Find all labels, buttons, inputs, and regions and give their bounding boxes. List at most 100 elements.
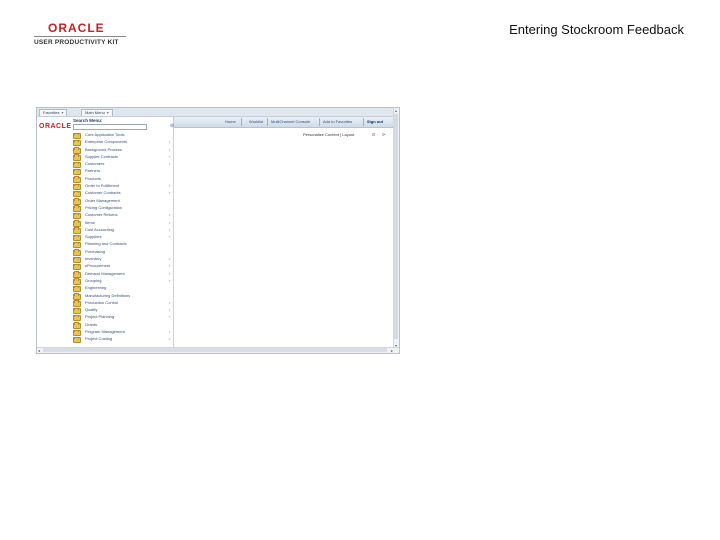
scroll-right-icon[interactable]: ▸ — [391, 348, 393, 353]
folder-icon — [73, 278, 81, 285]
folder-icon — [73, 132, 81, 139]
chevron-right-icon: › — [169, 219, 171, 225]
chevron-right-icon: › — [169, 139, 171, 145]
menu-item-label: Pricing Configuration — [85, 204, 123, 210]
folder-icon — [73, 263, 81, 271]
menu-item[interactable]: eProcurement › — [73, 263, 171, 271]
nav-home-link[interactable]: Home — [225, 119, 236, 124]
chevron-right-icon: › — [169, 190, 171, 196]
menu-item[interactable]: Background Process › — [73, 147, 171, 154]
application-screenshot: Favorites ▾ Main Menu ▾ ORACLE Home Workli… — [36, 107, 400, 354]
menu-item[interactable]: Project Costing › — [73, 336, 171, 344]
chevron-right-icon: › — [169, 234, 171, 240]
chevron-right-icon: › — [169, 270, 171, 276]
menu-item-label: Core Application Tools — [85, 132, 125, 137]
menu-item[interactable]: Suppliers › — [73, 234, 171, 242]
tab-label: Favorites — [43, 110, 60, 115]
scroll-left-icon[interactable]: ◂ — [38, 348, 40, 353]
menu-item[interactable]: Quality › — [73, 307, 171, 315]
menu-item[interactable]: Demand Management › — [73, 271, 171, 278]
menu-item[interactable]: Order Management — [73, 198, 171, 205]
chevron-right-icon: › — [169, 329, 171, 335]
menu-item[interactable]: Purchasing — [73, 249, 171, 256]
folder-icon — [73, 176, 81, 183]
folder-icon — [73, 154, 81, 161]
chevron-right-icon: › — [169, 183, 171, 189]
nav-worklist-link[interactable]: Worklist — [249, 119, 263, 124]
menu-item[interactable]: Manufacturing Definitions — [73, 293, 171, 300]
nav-multichannel-link[interactable]: MultiChannel Console — [271, 119, 310, 124]
menu-item[interactable]: Order to Fulfillment › — [73, 183, 171, 191]
scroll-up-icon[interactable]: ▴ — [395, 108, 397, 113]
folder-icon — [73, 190, 81, 198]
menu-item[interactable]: Planning and Contracts — [73, 241, 171, 249]
menu-list: Core Application Tools Enterprise Compone… — [73, 132, 171, 344]
menu-item-label: Program Management — [85, 329, 125, 335]
menu-item[interactable]: Customer Returns › — [73, 212, 171, 220]
menu-item-label: Planning and Contracts — [85, 241, 127, 247]
nav-add-favorites-link[interactable]: Add to Favorites — [323, 119, 352, 124]
menu-item[interactable]: Enterprise Components › — [73, 139, 171, 147]
menu-item[interactable]: Engineering — [73, 285, 171, 293]
folder-icon — [73, 205, 81, 212]
folder-icon — [73, 285, 81, 293]
menu-item[interactable]: Supplier Contracts › — [73, 154, 171, 161]
folder-icon — [73, 183, 81, 191]
personalize-link[interactable]: Personalize Content | Layout — [303, 132, 354, 137]
menu-item-label: Customer Contracts — [85, 190, 121, 196]
folder-icon — [73, 300, 81, 307]
menu-item-label: Grants — [85, 321, 98, 327]
menu-item[interactable]: Production Control › — [73, 300, 171, 307]
logo-wordmark: ORACLE — [48, 21, 105, 35]
tab-main-menu[interactable]: Main Menu ▾ — [81, 109, 113, 116]
folder-icon — [73, 307, 81, 315]
slide-title: Entering Stockroom Feedback — [509, 22, 684, 37]
chevron-right-icon: › — [169, 146, 171, 152]
refresh-icon[interactable]: ⟳ — [382, 132, 385, 137]
tab-label: Main Menu — [85, 110, 105, 115]
menu-item-label: Purchasing — [85, 248, 106, 254]
nav-separator — [363, 118, 364, 126]
chevron-right-icon: › — [169, 263, 171, 269]
menu-search-input[interactable] — [73, 124, 147, 130]
menu-item[interactable]: Partners — [73, 168, 171, 176]
menu-item[interactable]: Core Application Tools — [73, 132, 171, 139]
vertical-scrollbar[interactable]: ▴ ▾ — [393, 108, 399, 348]
menu-item-label: Inventory — [85, 256, 102, 262]
oracle-upk-logo: ORACLE USER PRODUCTIVITY KIT — [34, 22, 126, 46]
logo-subtitle: USER PRODUCTIVITY KIT — [34, 39, 119, 46]
menu-item-label: Order to Fulfillment — [85, 183, 120, 189]
chevron-down-icon: ▾ — [61, 110, 64, 115]
menu-item-label: Customers — [85, 161, 105, 167]
chevron-right-icon: › — [169, 226, 171, 232]
menu-item-label: Background Process — [85, 146, 122, 152]
menu-item[interactable]: Project Planning › — [73, 314, 171, 322]
horizontal-scrollbar[interactable]: ◂ ▸ — [37, 347, 399, 353]
menu-item[interactable]: Products — [73, 176, 171, 183]
menu-item-label: Project Costing — [85, 336, 113, 342]
folder-icon — [73, 336, 81, 344]
chevron-right-icon: › — [169, 277, 171, 283]
menu-item-label: Suppliers — [85, 234, 102, 240]
search-go-icon[interactable]: ⊘ — [170, 123, 174, 129]
menu-item[interactable]: Cost Accounting › — [73, 227, 171, 234]
nav-sign-out-link[interactable]: Sign out — [367, 119, 383, 124]
chevron-right-icon: › — [169, 299, 171, 305]
main-menu-pagelet: Search Menu: ⊘ Core Application Tools Ent… — [71, 117, 174, 353]
chevron-right-icon: › — [169, 336, 171, 342]
vertical-scroll-thumb[interactable] — [394, 114, 398, 339]
help-icon[interactable]: ⊡ — [372, 132, 375, 137]
menu-item[interactable]: Customer Contracts › — [73, 190, 171, 198]
menu-item[interactable]: Customers › — [73, 161, 171, 169]
tab-favorites[interactable]: Favorites ▾ — [39, 109, 68, 116]
folder-icon — [73, 212, 81, 220]
app-brand-logo: ORACLE — [39, 123, 72, 130]
menu-item[interactable]: Grants — [73, 322, 171, 329]
folder-icon — [73, 139, 81, 147]
menu-item[interactable]: Inventory › — [73, 256, 171, 264]
menu-item[interactable]: Items › — [73, 220, 171, 227]
menu-item[interactable]: Program Management › — [73, 329, 171, 337]
menu-item[interactable]: Pricing Configuration — [73, 205, 171, 212]
horizontal-scroll-thumb[interactable] — [43, 348, 387, 352]
menu-item[interactable]: Grouping › — [73, 278, 171, 285]
